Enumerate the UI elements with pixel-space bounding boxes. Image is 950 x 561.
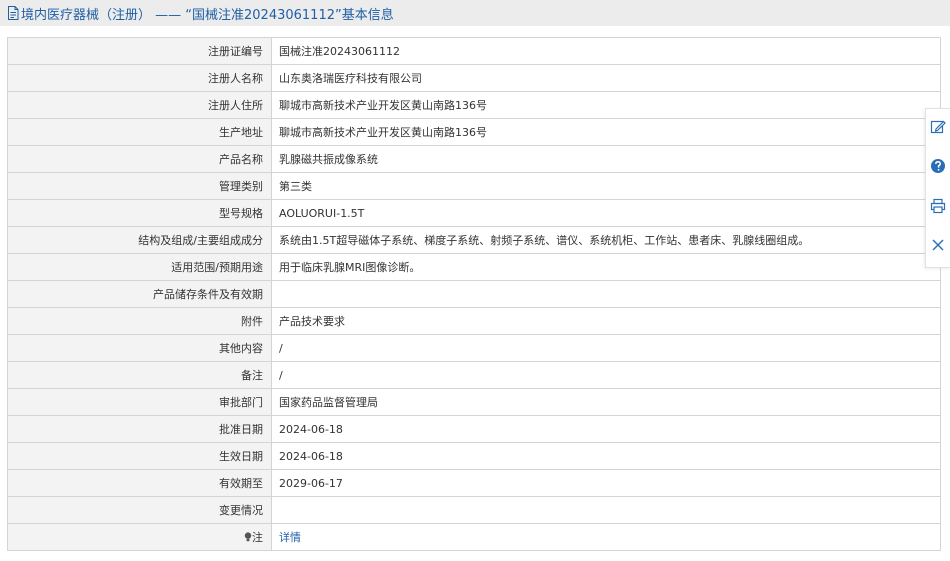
page-header: 境内医疗器械（注册） —— “国械注准20243061112”基本信息 <box>0 0 950 26</box>
row-label: 注册人住所 <box>7 91 272 119</box>
table-row: 适用范围/预期用途 用于临床乳腺MRI图像诊断。 <box>7 253 941 281</box>
table-row: 型号规格 AOLUORUI-1.5T <box>7 199 941 227</box>
row-value: 2024-06-18 <box>271 415 941 443</box>
table-row: 审批部门 国家药品监督管理局 <box>7 388 941 416</box>
table-row: 备注 / <box>7 361 941 389</box>
row-label: 型号规格 <box>7 199 272 227</box>
row-value: / <box>271 361 941 389</box>
row-value: / <box>271 334 941 362</box>
note-row: 注 详情 <box>7 523 941 551</box>
row-label: 变更情况 <box>7 496 272 524</box>
row-value: 产品技术要求 <box>271 307 941 335</box>
document-icon <box>8 6 19 20</box>
row-label: 生产地址 <box>7 118 272 146</box>
table-row: 注册人名称 山东奥洛瑞医疗科技有限公司 <box>7 64 941 92</box>
edit-icon[interactable] <box>930 119 946 135</box>
table-row: 生效日期 2024-06-18 <box>7 442 941 470</box>
row-value: AOLUORUI-1.5T <box>271 199 941 227</box>
print-icon[interactable] <box>930 198 946 214</box>
table-row: 注册人住所 聊城市高新技术产业开发区黄山南路136号 <box>7 91 941 119</box>
note-label: 注 <box>252 531 263 544</box>
row-label: 产品储存条件及有效期 <box>7 280 272 308</box>
row-value: 国械注准20243061112 <box>271 37 941 65</box>
row-label: 生效日期 <box>7 442 272 470</box>
row-value: 乳腺磁共振成像系统 <box>271 145 941 173</box>
row-label: 有效期至 <box>7 469 272 497</box>
table-row: 生产地址 聊城市高新技术产业开发区黄山南路136号 <box>7 118 941 146</box>
row-label: 注册人名称 <box>7 64 272 92</box>
page-title: 境内医疗器械（注册） —— “国械注准20243061112”基本信息 <box>21 7 394 23</box>
row-value <box>271 496 941 524</box>
details-link[interactable]: 详情 <box>271 523 941 551</box>
row-value: 聊城市高新技术产业开发区黄山南路136号 <box>271 118 941 146</box>
row-label: 附件 <box>7 307 272 335</box>
table-row: 附件 产品技术要求 <box>7 307 941 335</box>
table-row: 变更情况 <box>7 496 941 524</box>
table-row: 管理类别 第三类 <box>7 172 941 200</box>
row-label: 管理类别 <box>7 172 272 200</box>
table-row: 产品名称 乳腺磁共振成像系统 <box>7 145 941 173</box>
table-row: 结构及组成/主要组成成分 系统由1.5T超导磁体子系统、梯度子系统、射频子系统、… <box>7 226 941 254</box>
help-icon[interactable] <box>930 158 946 174</box>
row-value: 国家药品监督管理局 <box>271 388 941 416</box>
info-table: 注册证编号 国械注准20243061112 注册人名称 山东奥洛瑞医疗科技有限公… <box>7 37 941 551</box>
table-row: 批准日期 2024-06-18 <box>7 415 941 443</box>
row-value: 2029-06-17 <box>271 469 941 497</box>
close-icon[interactable] <box>930 237 946 253</box>
row-label: 批准日期 <box>7 415 272 443</box>
row-label: 注册证编号 <box>7 37 272 65</box>
row-value: 系统由1.5T超导磁体子系统、梯度子系统、射频子系统、谱仪、系统机柜、工作站、患… <box>271 226 941 254</box>
table-row: 产品储存条件及有效期 <box>7 280 941 308</box>
table-row: 其他内容 / <box>7 334 941 362</box>
row-label: 产品名称 <box>7 145 272 173</box>
side-toolbar <box>925 108 950 268</box>
row-value: 用于临床乳腺MRI图像诊断。 <box>271 253 941 281</box>
row-value: 第三类 <box>271 172 941 200</box>
row-label: 其他内容 <box>7 334 272 362</box>
table-row: 有效期至 2029-06-17 <box>7 469 941 497</box>
row-value: 2024-06-18 <box>271 442 941 470</box>
row-label: 备注 <box>7 361 272 389</box>
note-label-cell: 注 <box>7 523 272 551</box>
row-label: 审批部门 <box>7 388 272 416</box>
row-label: 适用范围/预期用途 <box>7 253 272 281</box>
row-value: 山东奥洛瑞医疗科技有限公司 <box>271 64 941 92</box>
row-value <box>271 280 941 308</box>
row-label: 结构及组成/主要组成成分 <box>7 226 272 254</box>
table-row: 注册证编号 国械注准20243061112 <box>7 37 941 65</box>
lightbulb-icon <box>244 532 252 542</box>
row-value: 聊城市高新技术产业开发区黄山南路136号 <box>271 91 941 119</box>
